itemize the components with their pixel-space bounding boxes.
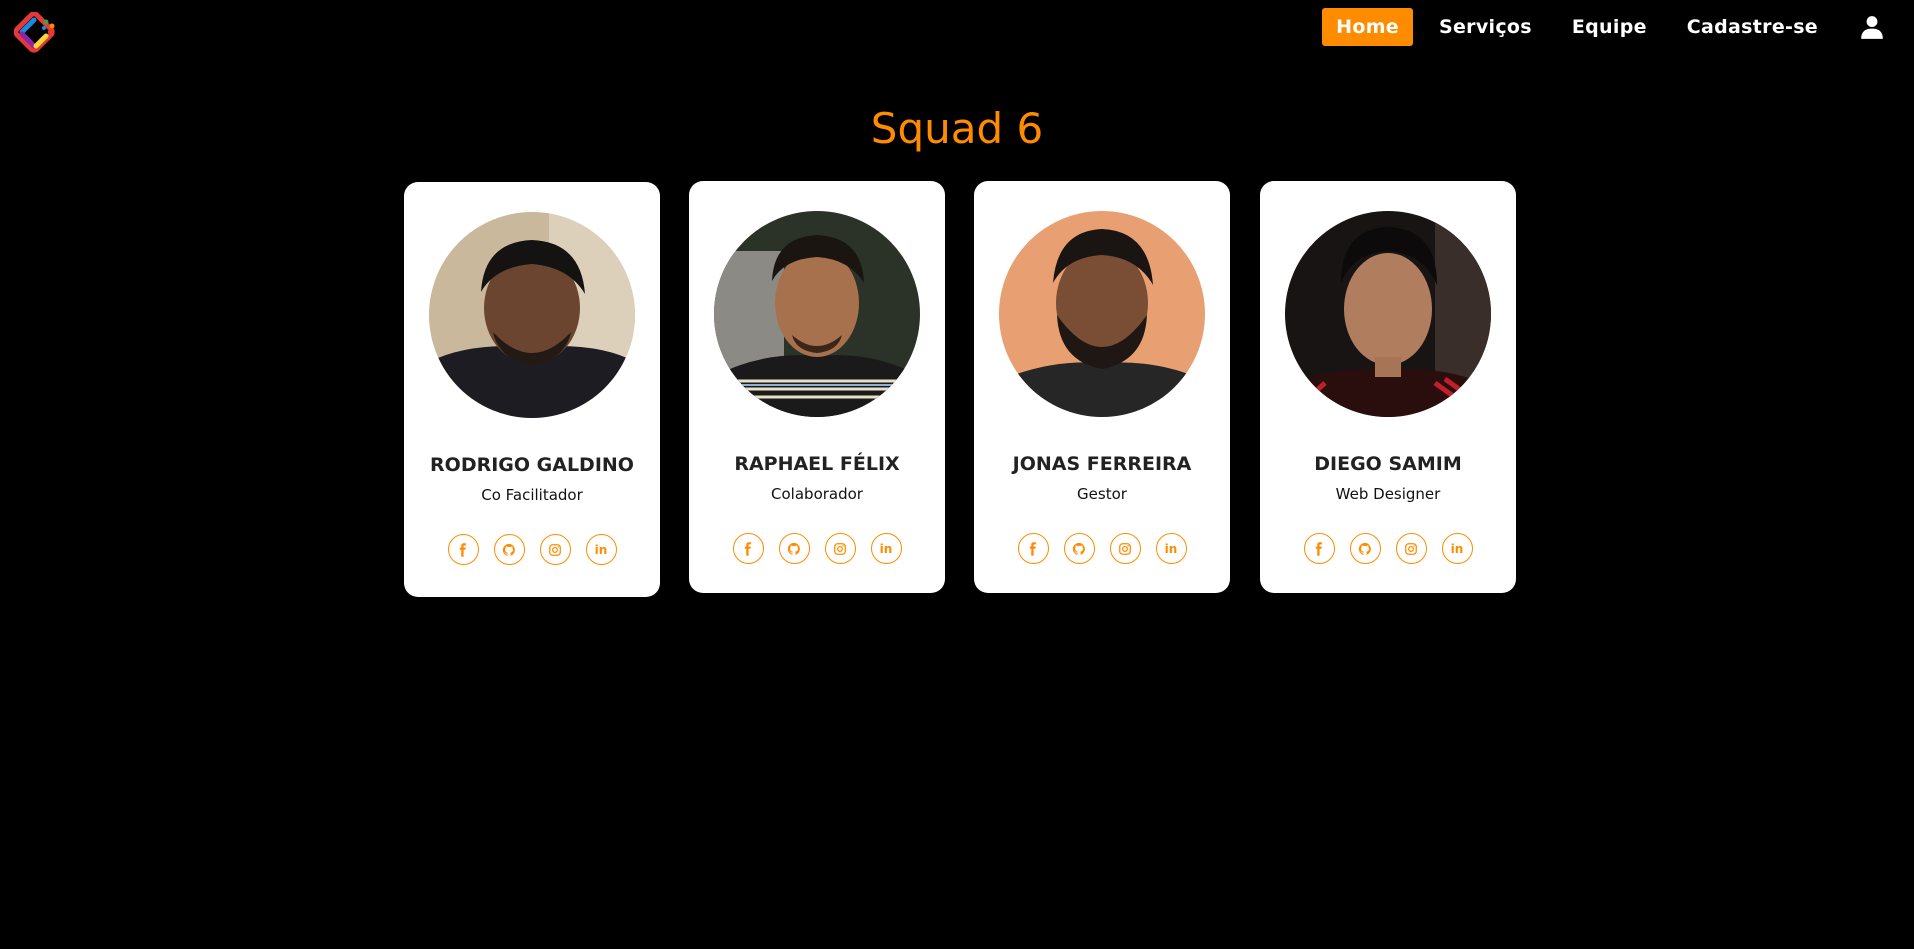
member-card: DIEGO SAMIM Web Designer in [1260,181,1516,593]
nav-links: Home Serviços Equipe Cadastre-se [1322,6,1914,48]
github-icon[interactable] [1063,533,1095,564]
member-name: DIEGO SAMIM [1314,453,1462,475]
facebook-icon[interactable] [447,534,479,565]
nav-link-servicos[interactable]: Serviços [1425,8,1546,46]
facebook-icon[interactable] [732,533,764,564]
member-photo [714,211,920,417]
nav-link-equipe[interactable]: Equipe [1558,8,1661,46]
member-photo [1285,211,1491,417]
github-icon[interactable] [1349,533,1381,564]
member-role: Gestor [1077,485,1127,503]
member-name: JONAS FERREIRA [1012,453,1192,475]
nav-link-cadastre-se[interactable]: Cadastre-se [1673,8,1832,46]
social-links: in [689,533,945,564]
linkedin-icon[interactable]: in [1441,533,1473,564]
member-card: RODRIGO GALDINO Co Facilitador in [404,182,660,597]
navbar: Home Serviços Equipe Cadastre-se [0,0,1914,54]
facebook-icon[interactable] [1303,533,1335,564]
member-photo [429,212,635,418]
github-icon[interactable] [493,534,525,565]
member-role: Web Designer [1335,485,1441,503]
facebook-icon[interactable] [1017,533,1049,564]
user-icon[interactable] [1858,13,1886,41]
instagram-icon[interactable] [824,533,856,564]
instagram-icon[interactable] [539,534,571,565]
member-photo [999,211,1205,417]
linkedin-icon[interactable]: in [1155,533,1187,564]
page-title: Squad 6 [870,104,1044,153]
github-icon[interactable] [778,533,810,564]
member-card: JONAS FERREIRA Gestor in [974,181,1230,593]
social-links: in [974,533,1230,564]
member-name: RAPHAEL FÉLIX [734,453,900,475]
nav-link-home[interactable]: Home [1322,8,1413,46]
member-card: RAPHAEL FÉLIX Colaborador in [689,181,945,593]
linkedin-icon[interactable]: in [585,534,617,565]
member-name: RODRIGO GALDINO [430,454,634,476]
instagram-icon[interactable] [1109,533,1141,564]
social-links: in [404,534,660,565]
social-links: in [1260,533,1516,564]
member-role: Colaborador [771,485,863,503]
instagram-icon[interactable] [1395,533,1427,564]
linkedin-icon[interactable]: in [870,533,902,564]
brand-logo-icon[interactable] [13,11,64,62]
member-role: Co Facilitador [481,486,583,504]
team-cards: RODRIGO GALDINO Co Facilitador in RAPHAE… [404,181,1516,601]
